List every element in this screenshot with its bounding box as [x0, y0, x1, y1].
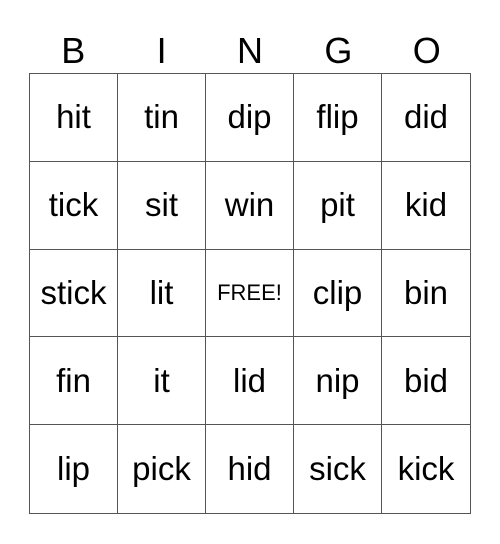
bingo-cell[interactable]: kick [382, 425, 470, 513]
bingo-cell[interactable]: tin [118, 74, 206, 162]
bingo-card-grid: hit tin dip flip did tick sit win pit ki… [29, 73, 471, 514]
bingo-cell[interactable]: bin [382, 250, 470, 338]
bingo-cell[interactable]: sick [294, 425, 382, 513]
free-space-cell[interactable]: FREE! [206, 249, 294, 338]
bingo-cell[interactable]: bid [382, 337, 470, 426]
bingo-cell[interactable]: flip [294, 74, 382, 162]
header-letter-b: B [61, 30, 86, 71]
bingo-cell[interactable]: dip [206, 74, 294, 162]
bingo-cell[interactable]: fin [30, 337, 118, 426]
bingo-header: B I N G O [29, 30, 471, 72]
bingo-cell[interactable]: lid [206, 337, 294, 426]
header-letter-n: N [236, 30, 263, 71]
header-letter-o: O [412, 30, 441, 71]
bingo-cell[interactable]: lit [118, 249, 206, 338]
bingo-cell[interactable]: hid [206, 425, 294, 513]
bingo-cell[interactable]: nip [294, 337, 382, 426]
bingo-cell[interactable]: sit [118, 161, 206, 250]
bingo-cell[interactable]: did [382, 74, 470, 162]
bingo-cell[interactable]: clip [294, 249, 382, 338]
bingo-cell[interactable]: tick [30, 161, 118, 250]
bingo-cell[interactable]: hit [30, 74, 118, 162]
header-letter-g: G [324, 30, 353, 71]
bingo-cell[interactable]: pit [294, 161, 382, 250]
bingo-cell[interactable]: win [206, 161, 294, 250]
header-letter-i: I [156, 30, 167, 71]
bingo-cell[interactable]: pick [118, 425, 206, 513]
bingo-cell[interactable]: lip [30, 425, 118, 513]
bingo-cell[interactable]: it [118, 337, 206, 426]
bingo-cell[interactable]: kid [382, 162, 470, 250]
bingo-cell[interactable]: stick [30, 249, 118, 338]
